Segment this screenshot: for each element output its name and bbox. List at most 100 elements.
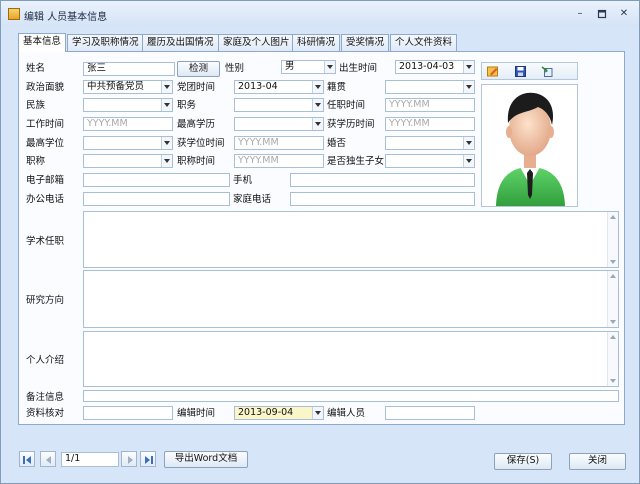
marriage-select[interactable] bbox=[385, 136, 475, 150]
only-child-select[interactable] bbox=[385, 154, 475, 168]
edit-time-field[interactable]: 2013-09-04 bbox=[234, 406, 324, 420]
minimize-icon[interactable]: – bbox=[573, 8, 587, 20]
person-photo[interactable] bbox=[481, 84, 578, 207]
app-icon bbox=[8, 8, 20, 20]
email-label: 电子邮箱 bbox=[26, 175, 65, 186]
home-phone-field[interactable] bbox=[290, 192, 475, 206]
intro-scrollbar[interactable] bbox=[607, 332, 618, 386]
position-select[interactable] bbox=[234, 98, 324, 112]
appoint-time-label: 任职时间 bbox=[327, 100, 366, 111]
party-time-field[interactable]: 2013-04 bbox=[234, 80, 324, 94]
remark-field[interactable] bbox=[83, 390, 619, 402]
last-record-button[interactable] bbox=[140, 451, 156, 467]
chevron-down-icon[interactable] bbox=[463, 61, 474, 73]
gender-label: 性别 bbox=[225, 63, 245, 74]
edu-time-field[interactable]: YYYY.MM bbox=[385, 117, 475, 131]
chevron-down-icon[interactable] bbox=[312, 118, 323, 130]
save-button[interactable]: 保存(S) bbox=[494, 453, 552, 470]
record-position-field[interactable]: 1/1 bbox=[61, 452, 119, 467]
bottom-bar: 1/1 导出Word文档 保存(S) 关闭 bbox=[18, 448, 628, 470]
edit-time-value: 2013-09-04 bbox=[238, 407, 294, 418]
scroll-down-icon[interactable] bbox=[610, 260, 616, 264]
work-time-label: 工作时间 bbox=[26, 119, 65, 130]
name-field[interactable]: 张三 bbox=[83, 62, 175, 76]
title-time-field[interactable]: YYYY.MM bbox=[234, 154, 324, 168]
avatar bbox=[496, 92, 565, 206]
next-record-button[interactable] bbox=[121, 451, 137, 467]
editor-field[interactable] bbox=[385, 406, 475, 420]
home-phone-label: 家庭电话 bbox=[233, 194, 272, 205]
import-icon[interactable] bbox=[541, 66, 553, 77]
degree-select[interactable] bbox=[83, 136, 173, 150]
prev-record-button[interactable] bbox=[40, 451, 56, 467]
title-select[interactable] bbox=[83, 154, 173, 168]
scroll-up-icon[interactable] bbox=[610, 335, 616, 339]
academic-memo[interactable] bbox=[83, 211, 619, 268]
close-icon[interactable]: ✕ bbox=[617, 8, 631, 20]
ethnic-label: 民族 bbox=[26, 100, 46, 111]
chevron-down-icon[interactable] bbox=[463, 137, 474, 149]
chevron-down-icon[interactable] bbox=[312, 81, 323, 93]
chevron-down-icon[interactable] bbox=[312, 99, 323, 111]
save-icon[interactable] bbox=[515, 66, 527, 77]
birth-date-value: 2013-04-03 bbox=[399, 61, 455, 72]
chevron-down-icon[interactable] bbox=[312, 407, 323, 419]
verify-label: 资料核对 bbox=[26, 408, 65, 419]
edu-time-label: 获学历时间 bbox=[327, 119, 375, 130]
scroll-down-icon[interactable] bbox=[610, 379, 616, 383]
tab-resume-abroad[interactable]: 履历及出国情况 bbox=[142, 34, 219, 51]
title-bar[interactable]: 编辑 人员基本信息 – ✕ bbox=[1, 1, 639, 27]
tab-research[interactable]: 科研情况 bbox=[292, 34, 341, 51]
tab-basic-info[interactable]: 基本信息 bbox=[18, 33, 67, 52]
check-button[interactable]: 检测 bbox=[177, 61, 220, 77]
mobile-field[interactable] bbox=[290, 173, 475, 187]
tab-family-pictures[interactable]: 家庭及个人图片 bbox=[218, 34, 295, 51]
native-select[interactable] bbox=[385, 80, 475, 94]
scroll-down-icon[interactable] bbox=[610, 320, 616, 324]
export-word-button[interactable]: 导出Word文档 bbox=[164, 451, 248, 468]
chevron-down-icon[interactable] bbox=[161, 81, 172, 93]
tab-personal-files[interactable]: 个人文件资料 bbox=[390, 34, 458, 51]
gender-select[interactable]: 男 bbox=[281, 60, 336, 74]
highest-edu-label: 最高学历 bbox=[177, 119, 216, 130]
highest-edu-select[interactable] bbox=[234, 117, 324, 131]
verify-field[interactable] bbox=[83, 406, 173, 420]
degree-time-field[interactable]: YYYY.MM bbox=[234, 136, 324, 150]
intro-memo[interactable] bbox=[83, 331, 619, 387]
academic-value bbox=[84, 212, 618, 216]
edit-icon[interactable] bbox=[487, 66, 499, 77]
research-scrollbar[interactable] bbox=[607, 271, 618, 327]
chevron-down-icon[interactable] bbox=[324, 61, 335, 73]
scroll-up-icon[interactable] bbox=[610, 215, 616, 219]
edit-person-window: 编辑 人员基本信息 – ✕ 基本信息 学习及职称情况 履历及出国情况 家庭及个人… bbox=[0, 0, 640, 484]
chevron-down-icon[interactable] bbox=[161, 155, 172, 167]
native-label: 籍贯 bbox=[327, 82, 347, 93]
scroll-up-icon[interactable] bbox=[610, 274, 616, 278]
intro-value bbox=[84, 332, 618, 336]
first-record-button[interactable] bbox=[19, 451, 35, 467]
tab-awards[interactable]: 受奖情况 bbox=[341, 34, 390, 51]
restore-icon[interactable] bbox=[595, 8, 609, 20]
appoint-time-field[interactable]: YYYY.MM bbox=[385, 98, 475, 112]
chevron-down-icon[interactable] bbox=[463, 81, 474, 93]
tab-study-title[interactable]: 学习及职称情况 bbox=[67, 34, 144, 51]
research-memo[interactable] bbox=[83, 270, 619, 328]
birth-date-field[interactable]: 2013-04-03 bbox=[395, 60, 475, 74]
only-child-label: 是否独生子女 bbox=[327, 156, 385, 167]
office-phone-field[interactable] bbox=[83, 192, 230, 206]
close-button[interactable]: 关闭 bbox=[569, 453, 626, 470]
research-label: 研究方向 bbox=[26, 295, 65, 306]
ethnic-select[interactable] bbox=[83, 98, 173, 112]
office-phone-label: 办公电话 bbox=[26, 194, 65, 205]
position-label: 职务 bbox=[177, 100, 197, 111]
political-select[interactable]: 中共预备党员 bbox=[83, 80, 173, 94]
email-field[interactable] bbox=[83, 173, 230, 187]
window-title: 编辑 人员基本信息 bbox=[24, 12, 108, 23]
chevron-down-icon[interactable] bbox=[463, 155, 474, 167]
work-time-field[interactable]: YYYY.MM bbox=[83, 117, 173, 131]
academic-scrollbar[interactable] bbox=[607, 212, 618, 267]
birth-label: 出生时间 bbox=[339, 63, 378, 74]
chevron-down-icon[interactable] bbox=[161, 137, 172, 149]
chevron-down-icon[interactable] bbox=[161, 99, 172, 111]
basic-info-panel: 姓名 张三 检测 性别 男 出生时间 2013-04-03 政治面貌 中共预备党… bbox=[18, 51, 625, 425]
